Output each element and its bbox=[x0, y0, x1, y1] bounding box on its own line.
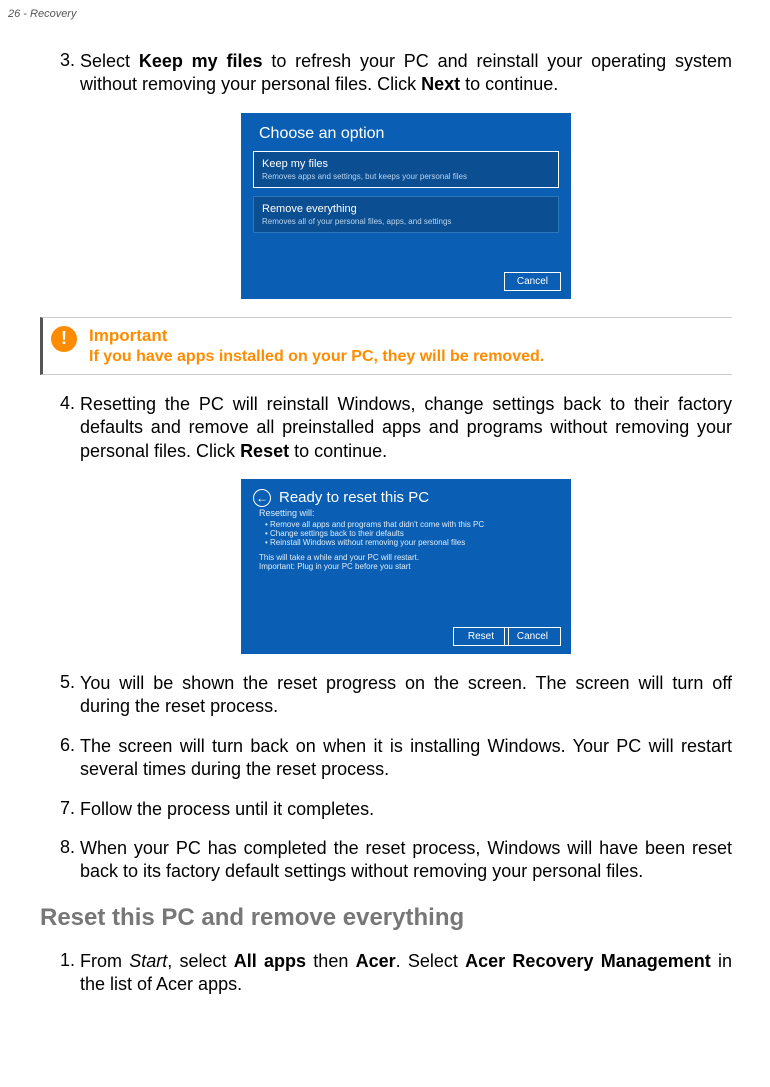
option-subtitle: Removes all of your personal files, apps… bbox=[262, 217, 550, 226]
option-keep-my-files[interactable]: Keep my files Removes apps and settings,… bbox=[253, 151, 559, 188]
option-title: Keep my files bbox=[262, 158, 550, 170]
bold: All apps bbox=[234, 951, 306, 971]
step-number: 4. bbox=[60, 393, 80, 414]
text: From bbox=[80, 951, 129, 971]
figure-choose-option: Choose an option Keep my files Removes a… bbox=[80, 113, 732, 299]
step-7: 7. Follow the process until it completes… bbox=[80, 798, 732, 821]
step-4: 4. Resetting the PC will reinstall Windo… bbox=[80, 393, 732, 463]
text: to continue. bbox=[460, 74, 558, 94]
figure-ready-to-reset: ← Ready to reset this PC Resetting will:… bbox=[80, 479, 732, 654]
step-5: 5. You will be shown the reset progress … bbox=[80, 672, 732, 719]
bold: Acer Recovery Management bbox=[465, 951, 711, 971]
step-number: 5. bbox=[60, 672, 80, 693]
important-title: Important bbox=[89, 326, 720, 346]
step-text: Resetting the PC will reinstall Windows,… bbox=[80, 393, 732, 463]
section-heading: Reset this PC and remove everything bbox=[40, 904, 732, 932]
blue-screen-1: Choose an option Keep my files Removes a… bbox=[241, 113, 571, 299]
step-6: 6. The screen will turn back on when it … bbox=[80, 735, 732, 782]
option-remove-everything[interactable]: Remove everything Removes all of your pe… bbox=[253, 196, 559, 233]
list-item: Reinstall Windows without removing your … bbox=[265, 538, 553, 547]
reset-button[interactable]: Reset bbox=[453, 627, 509, 646]
list-item: Change settings back to their defaults bbox=[265, 529, 553, 538]
extra-text: This will take a while and your PC will … bbox=[241, 547, 571, 571]
content-area: 3. Select Keep my files to refresh your … bbox=[0, 20, 770, 996]
text: Resetting the PC will reinstall Windows,… bbox=[80, 394, 732, 461]
bold: Acer bbox=[356, 951, 396, 971]
step-text: Follow the process until it completes. bbox=[80, 798, 732, 821]
step-number: 8. bbox=[60, 837, 80, 858]
step-number: 1. bbox=[60, 950, 80, 971]
text: . Select bbox=[396, 951, 466, 971]
important-text: If you have apps installed on your PC, t… bbox=[89, 348, 720, 366]
cancel-button[interactable]: Cancel bbox=[504, 627, 561, 646]
page-header: 26 - Recovery bbox=[0, 8, 770, 20]
step-text: The screen will turn back on when it is … bbox=[80, 735, 732, 782]
text: to continue. bbox=[289, 441, 387, 461]
step-text: When your PC has completed the reset pro… bbox=[80, 837, 732, 884]
text: then bbox=[306, 951, 356, 971]
option-subtitle: Removes apps and settings, but keeps you… bbox=[262, 172, 550, 181]
bold: Keep my files bbox=[139, 51, 263, 71]
step-text: From Start, select All apps then Acer. S… bbox=[80, 950, 732, 997]
step-text: You will be shown the reset progress on … bbox=[80, 672, 732, 719]
italic: Start bbox=[129, 951, 167, 971]
step-number: 6. bbox=[60, 735, 80, 756]
screen-title: Choose an option bbox=[241, 113, 571, 143]
list-heading: Resetting will: bbox=[259, 508, 553, 518]
reset-list: Resetting will: Remove all apps and prog… bbox=[241, 506, 571, 547]
step-8: 8. When your PC has completed the reset … bbox=[80, 837, 732, 884]
text: Important: Plug in your PC before you st… bbox=[259, 562, 553, 571]
text: This will take a while and your PC will … bbox=[259, 553, 553, 562]
step-2-1: 1. From Start, select All apps then Acer… bbox=[80, 950, 732, 997]
blue-screen-2: ← Ready to reset this PC Resetting will:… bbox=[241, 479, 571, 654]
page: 26 - Recovery 3. Select Keep my files to… bbox=[0, 0, 770, 1087]
text: , select bbox=[167, 951, 234, 971]
step-number: 7. bbox=[60, 798, 80, 819]
bold: Next bbox=[421, 74, 460, 94]
back-icon[interactable]: ← bbox=[253, 489, 271, 507]
text: Select bbox=[80, 51, 139, 71]
cancel-button[interactable]: Cancel bbox=[504, 272, 561, 291]
important-callout: ! Important If you have apps installed o… bbox=[40, 317, 732, 375]
option-title: Remove everything bbox=[262, 203, 550, 215]
step-text: Select Keep my files to refresh your PC … bbox=[80, 50, 732, 97]
warning-icon: ! bbox=[51, 326, 77, 352]
step-number: 3. bbox=[60, 50, 80, 71]
bold: Reset bbox=[240, 441, 289, 461]
screen-title: Ready to reset this PC bbox=[241, 479, 571, 506]
step-3: 3. Select Keep my files to refresh your … bbox=[80, 50, 732, 97]
list-item: Remove all apps and programs that didn't… bbox=[265, 520, 553, 529]
